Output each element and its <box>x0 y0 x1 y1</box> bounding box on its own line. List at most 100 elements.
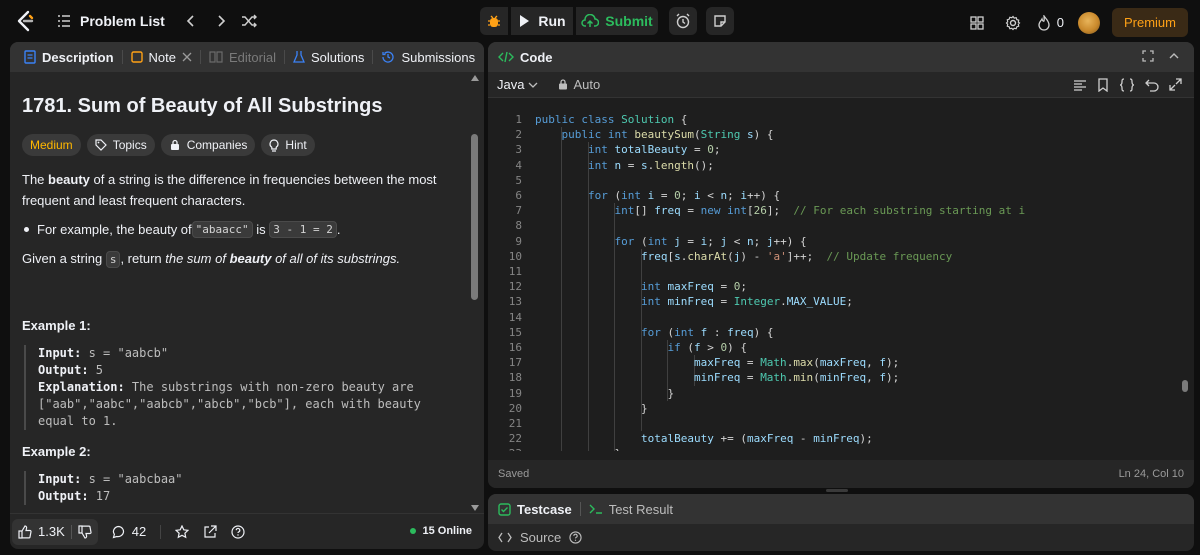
tab-submissions[interactable]: Submissions <box>375 42 481 72</box>
lightbulb-icon <box>269 138 279 152</box>
code-line[interactable]: 19 } <box>488 386 1178 401</box>
format-align-icon[interactable] <box>1073 78 1087 92</box>
code-text: totalBeauty += (maxFreq - minFreq); <box>640 432 873 446</box>
code-line[interactable]: 11 <box>488 264 1178 279</box>
top-bar: Problem List Run Submit 0 Premium <box>0 0 1200 42</box>
line-number: 20 <box>508 401 522 415</box>
code-editor[interactable]: 1 public class Solution {2 public int bea… <box>488 106 1178 451</box>
code-line[interactable]: 22 totalBeauty += (maxFreq - minFreq); <box>488 431 1178 446</box>
code-line[interactable]: 23 } <box>488 446 1178 451</box>
premium-button[interactable]: Premium <box>1111 8 1188 37</box>
test-panel: Testcase Test Result Source <box>488 494 1194 551</box>
topics-tag[interactable]: Topics <box>86 134 155 156</box>
description-scroll-thumb[interactable] <box>471 134 478 300</box>
run-button[interactable]: Run <box>511 7 573 35</box>
favorite-button[interactable] <box>175 524 190 539</box>
fullscreen-icon[interactable] <box>1142 50 1154 62</box>
close-icon[interactable] <box>182 52 192 62</box>
text-span: For example, the beauty of <box>37 222 192 237</box>
editor-scroll-thumb[interactable] <box>1182 380 1188 392</box>
italic-text: of all of its substrings. <box>271 251 401 266</box>
thumbs-down-icon[interactable] <box>78 524 92 539</box>
code-line[interactable]: 20 } <box>488 401 1178 416</box>
code-line[interactable]: 10 freq[s.charAt(j) - 'a']++; // Update … <box>488 249 1178 264</box>
line-number: 10 <box>508 249 522 263</box>
code-line[interactable]: 1 public class Solution { <box>488 112 1178 127</box>
code-line[interactable]: 3 int totalBeauty = 0; <box>488 142 1178 157</box>
input-label: Input: <box>38 346 82 360</box>
layout-button[interactable] <box>965 11 989 35</box>
notes-button[interactable] <box>706 7 734 35</box>
online-indicator: 15 Online <box>410 525 472 537</box>
tab-description[interactable]: Description <box>18 42 120 72</box>
code-line[interactable]: 2 public int beautySum(String s) { <box>488 127 1178 142</box>
next-problem-button[interactable] <box>211 11 231 31</box>
undo-icon[interactable] <box>1145 78 1159 92</box>
code-line[interactable]: 4 int n = s.length(); <box>488 158 1178 173</box>
random-problem-button[interactable] <box>239 11 259 31</box>
code-line[interactable]: 15 for (int f : freq) { <box>488 325 1178 340</box>
language-select[interactable]: Java <box>497 77 538 92</box>
example-line: Explanation: The substrings with non-zer… <box>38 379 472 396</box>
code-text: for (int j = i; j < n; j++) { <box>614 234 807 248</box>
tab-editorial[interactable]: Editorial <box>203 42 282 72</box>
tab-testcase[interactable]: Testcase <box>498 502 572 517</box>
code-icon <box>498 532 512 543</box>
code-line[interactable]: 16 if (f > 0) { <box>488 340 1178 355</box>
line-number: 14 <box>508 310 522 324</box>
submit-button[interactable]: Submit <box>576 7 658 35</box>
scroll-down-arrow-icon[interactable] <box>470 504 480 512</box>
code-text: if (f > 0) { <box>667 341 747 354</box>
bookmark-icon[interactable] <box>1097 78 1109 92</box>
code-line[interactable]: 6 for (int i = 0; i < n; i++) { <box>488 188 1178 203</box>
settings-button[interactable] <box>1001 11 1025 35</box>
thumbs-up-icon[interactable] <box>18 524 32 539</box>
code-line[interactable]: 8 <box>488 218 1178 233</box>
leetcode-logo-icon[interactable] <box>13 9 37 33</box>
timer-button[interactable] <box>669 7 697 35</box>
scroll-up-arrow-icon[interactable] <box>470 74 480 82</box>
code-line[interactable]: 5 <box>488 173 1178 188</box>
editor-toolbar <box>1073 78 1182 92</box>
line-number: 22 <box>508 432 522 446</box>
braces-icon[interactable] <box>1119 78 1135 92</box>
question-circle-icon <box>231 524 245 539</box>
help-button[interactable] <box>231 524 245 539</box>
tab-note[interactable]: Note <box>125 42 198 72</box>
panel-resize-handle[interactable] <box>826 489 848 492</box>
previous-problem-button[interactable] <box>181 11 201 31</box>
code-line[interactable]: 21 <box>488 416 1178 431</box>
code-text: minFreq = Math.min(minFreq, f); <box>693 371 900 385</box>
maximize-icon[interactable] <box>1169 78 1182 91</box>
code-line[interactable]: 17 maxFreq = Math.max(maxFreq, f); <box>488 355 1178 370</box>
question-circle-icon[interactable] <box>569 531 582 544</box>
code-line[interactable]: 9 for (int j = i; j < n; j++) { <box>488 234 1178 249</box>
code-line[interactable]: 14 <box>488 310 1178 325</box>
tab-editorial-label: Editorial <box>228 49 276 65</box>
code-tab-label[interactable]: Code <box>520 50 553 65</box>
tab-test-result[interactable]: Test Result <box>589 502 673 517</box>
tab-solutions[interactable]: Solutions <box>287 42 370 72</box>
topics-label: Topics <box>112 138 147 152</box>
problem-list-button[interactable]: Problem List <box>56 13 165 29</box>
comments-button[interactable]: 42 <box>112 524 146 539</box>
code-line[interactable]: 18 minFreq = Math.min(minFreq, f); <box>488 370 1178 385</box>
collapse-chevron-icon[interactable] <box>1168 50 1180 62</box>
source-label[interactable]: Source <box>520 530 561 545</box>
code-line[interactable]: 7 int[] freq = new int[26]; // For each … <box>488 203 1178 218</box>
avatar[interactable] <box>1077 11 1100 34</box>
example-bullet: For example, the beauty of "abaacc" is 3… <box>24 221 472 238</box>
share-button[interactable] <box>203 524 217 539</box>
code-line[interactable]: 12 int maxFreq = 0; <box>488 279 1178 294</box>
hint-tag[interactable]: Hint <box>261 134 315 156</box>
streak-counter[interactable]: 0 <box>1037 14 1064 31</box>
code-text: int totalBeauty = 0; <box>587 143 721 157</box>
code-line[interactable]: 13 int minFreq = Integer.MAX_VALUE; <box>488 294 1178 309</box>
output-label: Output: <box>38 489 89 503</box>
output-label: Output: <box>38 363 89 377</box>
like-count[interactable]: 1.3K <box>38 524 65 539</box>
companies-tag[interactable]: Companies <box>160 134 256 156</box>
shuffle-icon <box>241 14 257 28</box>
auto-mode-toggle[interactable]: Auto <box>558 77 600 92</box>
debug-button[interactable] <box>480 7 508 35</box>
